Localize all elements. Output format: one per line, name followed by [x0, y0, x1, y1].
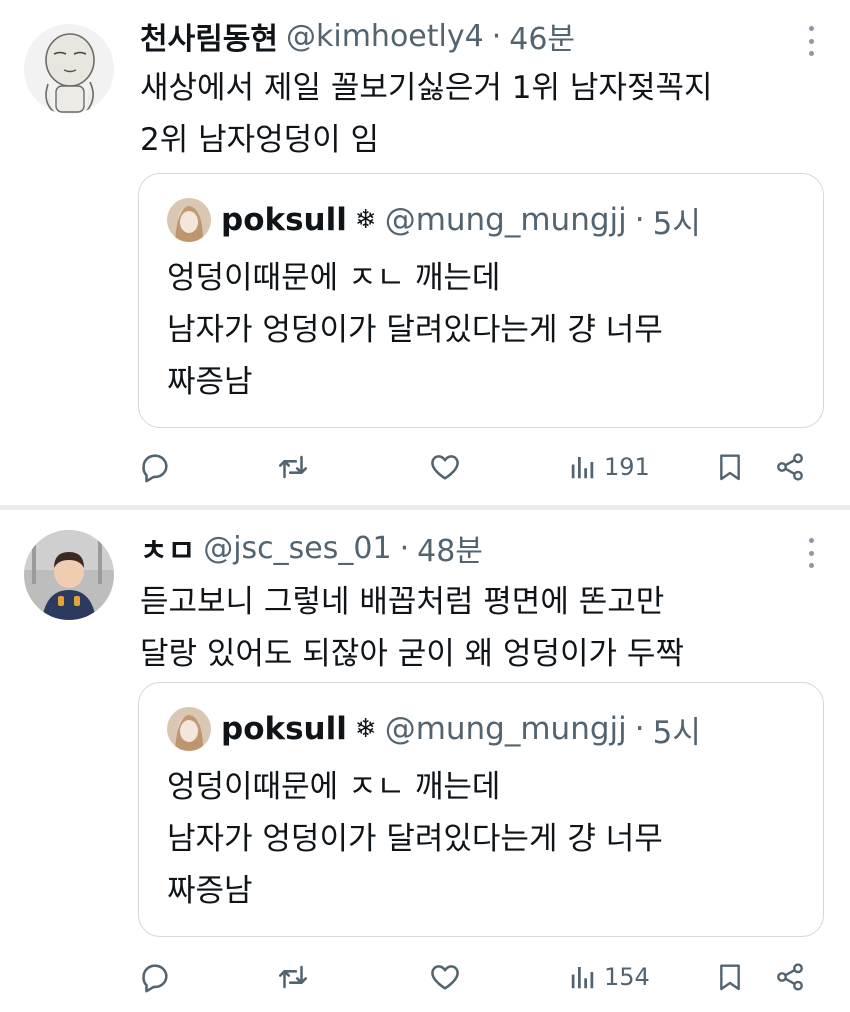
views-count: 154 [604, 963, 650, 991]
more-icon[interactable] [806, 26, 816, 56]
tweet-text-line: 듣고보니 그렇네 배꼽처럼 평면에 똔고만 [140, 584, 665, 620]
quoted-text-line: 짜증남 [167, 364, 253, 400]
views-icon [571, 967, 594, 989]
share-button[interactable] [774, 957, 806, 997]
separator-dot: · [491, 18, 502, 54]
quoted-avatar [167, 198, 211, 242]
tweet-text-line: 달랑 있어도 되잖아 굳이 왜 엉덩이가 두짝 [140, 636, 684, 672]
retweet-icon [278, 455, 308, 479]
timestamp[interactable]: 48분 [417, 526, 483, 570]
share-icon [777, 963, 803, 991]
author-handle[interactable]: @kimhoetly4 [286, 19, 484, 54]
views-count: 191 [604, 453, 650, 481]
action-bar: 191 [138, 447, 818, 487]
separator-dot: · [634, 202, 645, 238]
quoted-author-handle[interactable]: @mung_mungjj [385, 202, 627, 238]
quoted-text-line: 남자가 엉덩이가 달려있다는게 걍 너무 [167, 312, 663, 348]
quoted-author-handle[interactable]: @mung_mungjj [385, 711, 627, 747]
retweet-button[interactable] [276, 447, 310, 487]
reply-button[interactable] [138, 957, 172, 997]
quoted-timestamp[interactable]: 5시 [653, 198, 701, 243]
tweet-text-line: 2위 남자엉덩이 임 [140, 122, 380, 158]
share-button[interactable] [774, 447, 806, 487]
tweet-text-line: 새상에서 제일 꼴보기싫은거 1위 남자젖꼭지 [140, 70, 713, 106]
tweet-text: 새상에서 제일 꼴보기싫은거 1위 남자젖꼭지 2위 남자엉덩이 임 [140, 62, 830, 166]
retweet-icon [278, 965, 308, 989]
snowflake-icon: ❄ [354, 714, 377, 744]
avatar[interactable] [24, 24, 114, 114]
quoted-tweet[interactable]: poksull ❄ @mung_mungjj · 5시 엉덩이때문에 ㅈㄴ 깨는… [138, 682, 824, 937]
tweet-header: ㅊㅁ @jsc_ses_01 · 48분 [140, 526, 483, 570]
like-icon [431, 455, 459, 480]
quoted-timestamp[interactable]: 5시 [653, 707, 701, 752]
tweet[interactable]: ㅊㅁ @jsc_ses_01 · 48분 듣고보니 그렇네 배꼽처럼 평면에 똔… [0, 508, 850, 1012]
author-name[interactable]: ㅊㅁ [140, 526, 195, 570]
share-icon [777, 453, 803, 481]
like-button[interactable] [428, 447, 462, 487]
bookmark-button[interactable] [714, 957, 746, 997]
bookmark-button[interactable] [714, 447, 746, 487]
timestamp[interactable]: 46분 [509, 14, 575, 58]
reply-icon [142, 964, 168, 993]
reply-button[interactable] [138, 447, 172, 487]
retweet-button[interactable] [276, 957, 310, 997]
bookmark-icon [720, 964, 740, 991]
bookmark-icon [720, 454, 740, 481]
quoted-text-line: 엉덩이때문에 ㅈㄴ 깨는데 [167, 769, 501, 805]
quoted-tweet-text: 엉덩이때문에 ㅈㄴ 깨는데 남자가 엉덩이가 달려있다는게 걍 너무 짜증남 [167, 761, 807, 917]
quoted-author-name[interactable]: poksull [221, 202, 347, 238]
avatar[interactable] [24, 530, 114, 620]
quoted-avatar [167, 707, 211, 751]
quoted-text-line: 짜증남 [167, 873, 253, 909]
like-icon [431, 965, 459, 990]
views-button[interactable]: 191 [568, 447, 650, 487]
quoted-tweet-text: 엉덩이때문에 ㅈㄴ 깨는데 남자가 엉덩이가 달려있다는게 걍 너무 짜증남 [167, 252, 807, 408]
quoted-tweet-header: poksull ❄ @mung_mungjj · 5시 [167, 705, 701, 753]
tweet[interactable]: 천사림동현 @kimhoetly4 · 46분 새상에서 제일 꼴보기싫은거 1… [0, 0, 850, 508]
quoted-tweet-header: poksull ❄ @mung_mungjj · 5시 [167, 196, 701, 244]
quoted-text-line: 남자가 엉덩이가 달려있다는게 걍 너무 [167, 821, 663, 857]
author-handle[interactable]: @jsc_ses_01 [203, 531, 391, 566]
tweet-header: 천사림동현 @kimhoetly4 · 46분 [140, 14, 575, 58]
views-button[interactable]: 154 [568, 957, 650, 997]
quoted-tweet[interactable]: poksull ❄ @mung_mungjj · 5시 엉덩이때문에 ㅈㄴ 깨는… [138, 173, 824, 428]
reply-icon [142, 454, 168, 483]
quoted-author-name[interactable]: poksull [221, 711, 347, 747]
action-bar: 154 [138, 957, 818, 997]
quoted-text-line: 엉덩이때문에 ㅈㄴ 깨는데 [167, 260, 501, 296]
author-name[interactable]: 천사림동현 [140, 14, 278, 58]
more-icon[interactable] [806, 538, 816, 568]
separator-dot: · [399, 530, 410, 566]
views-icon [571, 457, 594, 479]
snowflake-icon: ❄ [354, 205, 377, 235]
tweet-text: 듣고보니 그렇네 배꼽처럼 평면에 똔고만 달랑 있어도 되잖아 굳이 왜 엉덩… [140, 576, 830, 680]
like-button[interactable] [428, 957, 462, 997]
separator-dot: · [634, 711, 645, 747]
